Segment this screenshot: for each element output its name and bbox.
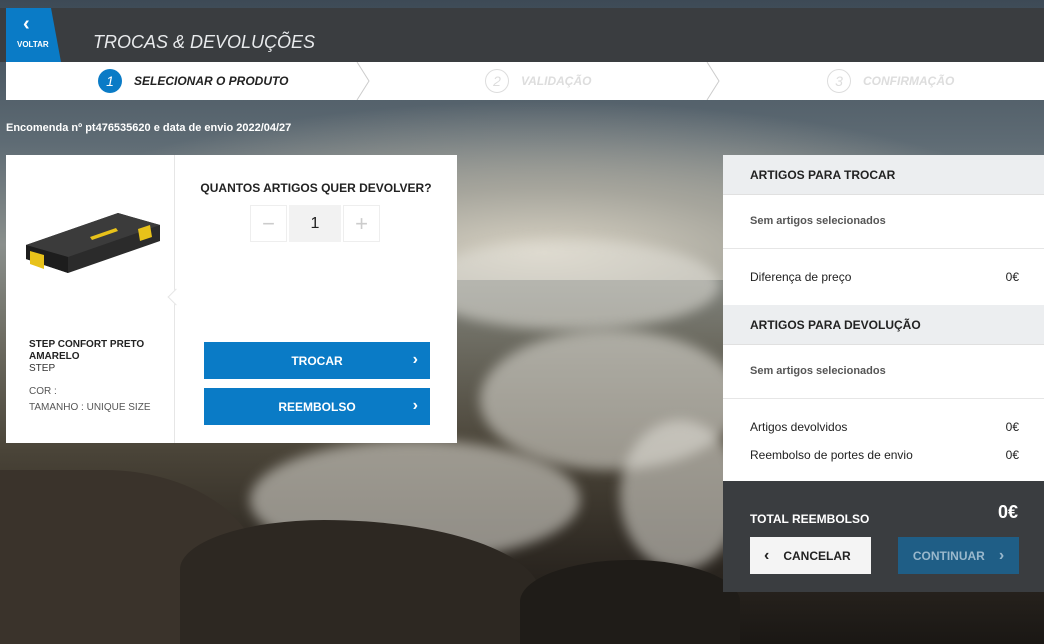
product-color: COR : (29, 386, 57, 397)
chevron-left-icon: ‹ (764, 546, 770, 564)
return-empty: Sem artigos selecionados (750, 365, 886, 377)
product-card: STEP CONFORT PRETO AMARELO STEP COR : TA… (6, 155, 457, 443)
back-label: VOLTAR (17, 40, 49, 49)
exchange-label: TROCAR (291, 353, 343, 368)
returned-row: Artigos devolvidos 0€ (750, 420, 1019, 434)
header-bar: TROCAS & DEVOLUÇÕES (0, 8, 1044, 62)
total-label: TOTAL REEMBOLSO (750, 512, 870, 526)
quantity-title: QUANTOS ARTIGOS QUER DEVOLVER? (200, 181, 432, 195)
step-number: 3 (827, 69, 851, 93)
product-size: TAMANHO : UNIQUE SIZE (29, 402, 151, 413)
price-diff-label: Diferença de preço (750, 270, 852, 284)
increase-button[interactable]: + (343, 205, 380, 242)
product-image (26, 213, 160, 273)
step-confirmation: 3 CONFIRMAÇÃO (827, 62, 954, 100)
exchange-header: ARTIGOS PARA TROCAR (723, 155, 1044, 195)
refund-label: REEMBOLSO (278, 399, 356, 414)
product-name: STEP CONFORT PRETO AMARELO (29, 339, 145, 362)
decrease-button[interactable]: − (250, 205, 287, 242)
cancel-button[interactable]: ‹ CANCELAR (750, 537, 871, 574)
step-separator-icon (706, 62, 720, 100)
return-header: ARTIGOS PARA DEVOLUÇÃO (723, 305, 1044, 345)
exchange-button[interactable]: TROCAR › (204, 342, 430, 379)
total-box: TOTAL REEMBOLSO 0€ ‹ CANCELAR CONTINUAR … (723, 481, 1044, 592)
chevron-right-icon: › (412, 351, 418, 368)
page-title: TROCAS & DEVOLUÇÕES (93, 32, 316, 52)
order-info: Encomenda nº pt476535620 e data de envio… (6, 122, 292, 134)
returned-value: 0€ (1005, 420, 1019, 434)
product-info: STEP CONFORT PRETO AMARELO STEP COR : TA… (6, 155, 175, 443)
price-diff-value: 0€ (1005, 270, 1019, 284)
shipping-row: Reembolso de portes de envio 0€ (750, 448, 1019, 462)
quantity-value[interactable]: 1 (289, 205, 341, 242)
step-separator-icon (356, 62, 370, 100)
divider (723, 248, 1044, 249)
step-validation: 2 VALIDAÇÃO (485, 62, 591, 100)
progress-stepper: 1 SELECIONAR O PRODUTO 2 VALIDAÇÃO 3 CON… (6, 62, 1044, 100)
exchange-empty: Sem artigos selecionados (750, 215, 886, 227)
step-label: SELECIONAR O PRODUTO (134, 74, 289, 88)
continue-label: CONTINUAR (912, 548, 985, 563)
refund-button[interactable]: REEMBOLSO › (204, 388, 430, 425)
shipping-value: 0€ (1005, 448, 1019, 462)
step-select-product: 1 SELECIONAR O PRODUTO (98, 62, 288, 100)
continue-button[interactable]: CONTINUAR › (898, 537, 1019, 574)
step-label: VALIDAÇÃO (521, 74, 592, 88)
returned-label: Artigos devolvidos (750, 420, 848, 434)
step-number: 2 (485, 69, 509, 93)
shipping-label: Reembolso de portes de envio (750, 448, 913, 462)
divider (723, 398, 1044, 399)
chevron-left-icon: ‹ (23, 13, 30, 35)
chevron-right-icon: › (998, 546, 1005, 564)
summary-panel: ARTIGOS PARA TROCAR Sem artigos selecion… (723, 155, 1044, 592)
price-diff-row: Diferença de preço 0€ (750, 270, 1019, 284)
step-label: CONFIRMAÇÃO (863, 74, 955, 88)
step-number: 1 (98, 69, 122, 93)
cancel-label: CANCELAR (783, 548, 851, 563)
total-value: 0€ (997, 502, 1018, 522)
product-type: STEP (29, 363, 56, 374)
chevron-right-icon: › (412, 397, 418, 414)
quantity-stepper: − 1 + (250, 205, 380, 242)
